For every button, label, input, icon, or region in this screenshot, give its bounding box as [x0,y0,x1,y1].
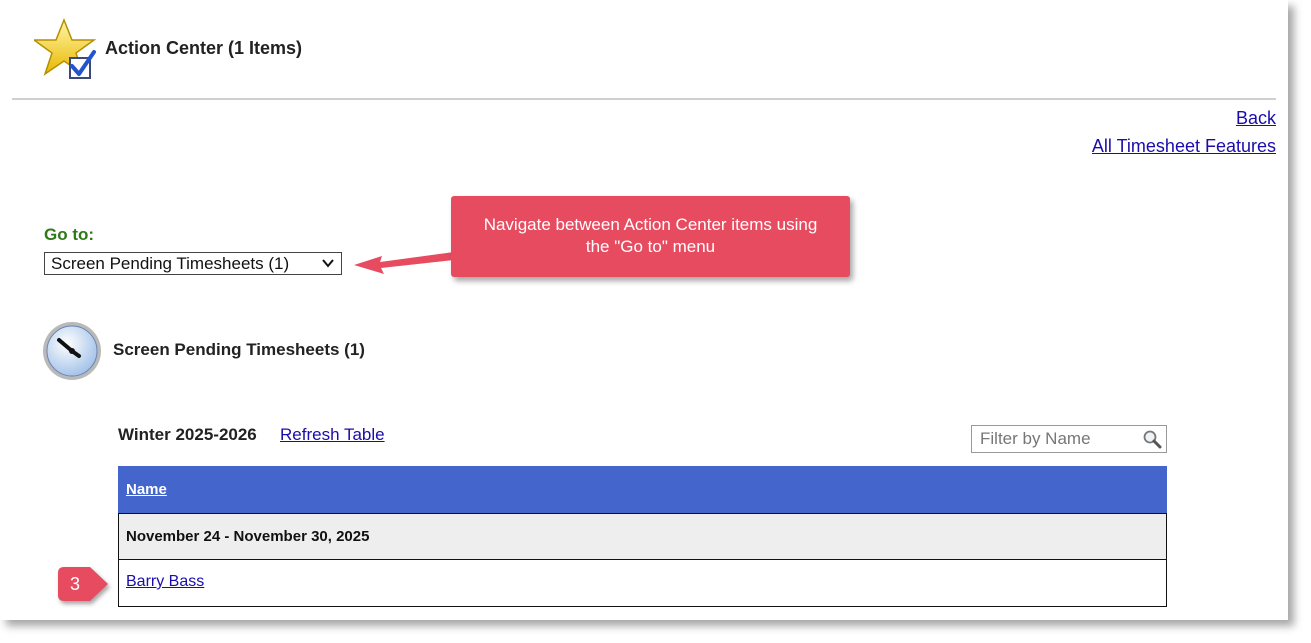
search-icon[interactable] [1142,429,1162,449]
group-label: November 24 - November 30, 2025 [126,528,370,545]
section-title: Screen Pending Timesheets (1) [113,340,365,359]
goto-label: Go to: [44,225,95,244]
employee-name-link[interactable]: Barry Bass [126,573,204,591]
table-group-row: November 24 - November 30, 2025 [118,513,1167,560]
name-column-header[interactable]: Name [126,481,167,498]
filter-by-name-input[interactable] [972,426,1140,451]
chevron-down-icon [322,259,334,268]
period-label: Winter 2025-2026 [118,425,257,444]
callout-tooltip: Navigate between Action Center items usi… [451,196,850,277]
timesheets-table: Name November 24 - November 30, 2025 Bar… [118,466,1167,607]
goto-select[interactable]: Screen Pending Timesheets (1) [44,252,342,275]
table-row: Barry Bass [118,560,1167,607]
page-title: Action Center (1 Items) [105,38,303,58]
callout-line-2: the "Go to" menu [585,237,716,256]
refresh-table-link[interactable]: Refresh Table [280,425,385,445]
filter-by-name-field[interactable] [971,425,1167,453]
clock-icon [43,322,101,380]
step-badge-number: 3 [69,574,80,594]
header-divider [12,98,1276,100]
table-header-row: Name [118,466,1167,513]
callout-line-1: Navigate between Action Center items usi… [483,215,818,234]
callout-arrow [354,252,454,274]
all-timesheet-features-link[interactable]: All Timesheet Features [1092,136,1276,157]
goto-selected-value: Screen Pending Timesheets (1) [51,254,290,273]
page-frame: Action Center (1 Items) Back All Timeshe… [0,0,1288,620]
back-link[interactable]: Back [1236,108,1276,129]
action-center-star-icon [34,18,97,79]
